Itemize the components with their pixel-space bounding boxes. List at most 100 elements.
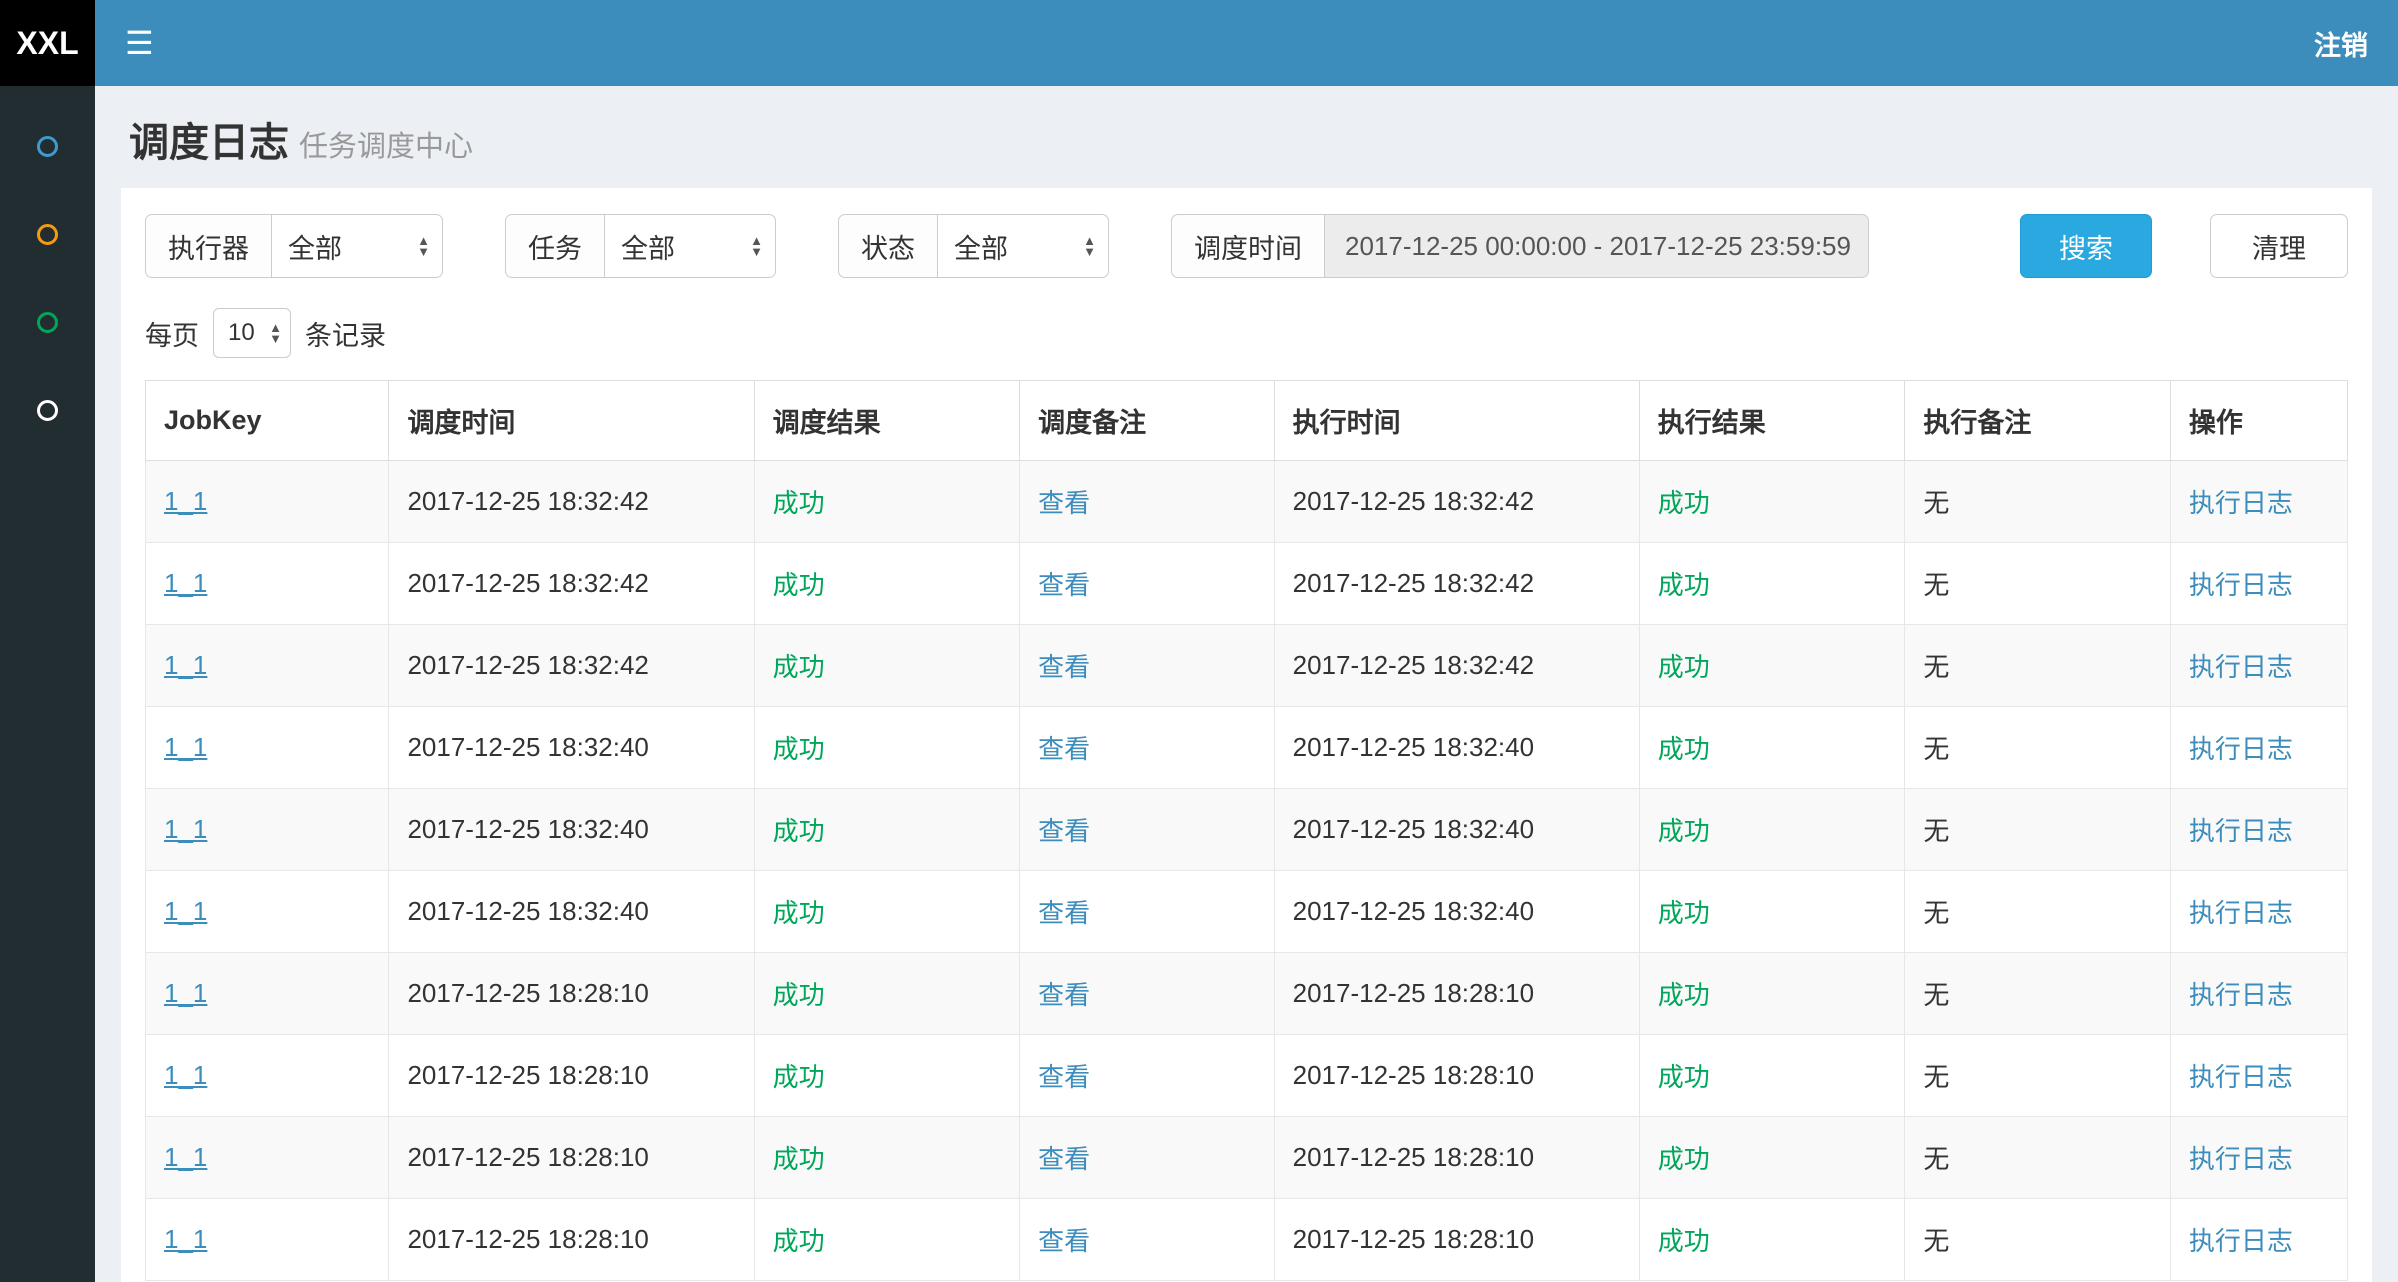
status-filter-label: 状态	[838, 214, 937, 278]
exec-log-link[interactable]: 执行日志	[2189, 1062, 2293, 1092]
view-link[interactable]: 查看	[1038, 1144, 1090, 1174]
jobkey-link[interactable]: 1_1	[164, 568, 207, 598]
column-header: 调度时间	[389, 381, 754, 461]
sidebar-toggle-icon[interactable]: ☰	[125, 27, 154, 59]
sidebar-menu	[0, 86, 95, 1282]
jobkey-link[interactable]: 1_1	[164, 978, 207, 1008]
cell-handle-msg: 无	[1905, 1199, 2171, 1281]
cell-action: 执行日志	[2170, 1199, 2347, 1281]
cell-trigger-time: 2017-12-25 18:32:40	[389, 871, 754, 953]
cell-jobkey: 1_1	[146, 953, 389, 1035]
table-row: 1_1 2017-12-25 18:28:10 成功 查看 2017-12-25…	[146, 1035, 2348, 1117]
sidebar-item-1[interactable]	[0, 102, 95, 190]
exec-log-link[interactable]: 执行日志	[2189, 1226, 2293, 1256]
job-select[interactable]: 全部 ▲▼	[604, 214, 776, 278]
cell-handle-msg: 无	[1905, 1035, 2171, 1117]
cell-jobkey: 1_1	[146, 625, 389, 707]
cell-trigger-time: 2017-12-25 18:32:42	[389, 461, 754, 543]
cell-trigger-time: 2017-12-25 18:32:42	[389, 543, 754, 625]
cell-handle-result: 成功	[1639, 707, 1905, 789]
cell-handle-result: 成功	[1639, 871, 1905, 953]
cell-trigger-msg: 查看	[1020, 871, 1274, 953]
filter-row: 执行器 全部 ▲▼ 任务 全部 ▲▼ 状态 全部	[145, 214, 2348, 278]
status-filter-group: 状态 全部 ▲▼	[838, 214, 1109, 278]
cell-handle-msg: 无	[1905, 871, 2171, 953]
cell-trigger-time: 2017-12-25 18:32:40	[389, 707, 754, 789]
sidebar-item-4[interactable]	[0, 366, 95, 454]
cell-jobkey: 1_1	[146, 789, 389, 871]
view-link[interactable]: 查看	[1038, 734, 1090, 764]
view-link[interactable]: 查看	[1038, 898, 1090, 928]
circle-icon	[37, 136, 58, 157]
cell-trigger-time: 2017-12-25 18:28:10	[389, 1199, 754, 1281]
cell-trigger-msg: 查看	[1020, 789, 1274, 871]
clear-button[interactable]: 清理	[2210, 214, 2348, 278]
exec-log-link[interactable]: 执行日志	[2189, 652, 2293, 682]
exec-log-link[interactable]: 执行日志	[2189, 488, 2293, 518]
view-link[interactable]: 查看	[1038, 816, 1090, 846]
trigger-time-range-input[interactable]: 2017-12-25 00:00:00 - 2017-12-25 23:59:5…	[1324, 214, 1869, 278]
cell-handle-time: 2017-12-25 18:28:10	[1274, 1117, 1639, 1199]
sidebar-item-3[interactable]	[0, 278, 95, 366]
cell-trigger-time: 2017-12-25 18:28:10	[389, 1035, 754, 1117]
jobkey-link[interactable]: 1_1	[164, 896, 207, 926]
sidebar-item-2[interactable]	[0, 190, 95, 278]
jobkey-link[interactable]: 1_1	[164, 732, 207, 762]
jobkey-link[interactable]: 1_1	[164, 1142, 207, 1172]
jobkey-link[interactable]: 1_1	[164, 650, 207, 680]
circle-icon	[37, 224, 58, 245]
view-link[interactable]: 查看	[1038, 488, 1090, 518]
jobkey-link[interactable]: 1_1	[164, 1060, 207, 1090]
cell-trigger-time: 2017-12-25 18:32:42	[389, 625, 754, 707]
view-link[interactable]: 查看	[1038, 1226, 1090, 1256]
column-header: JobKey	[146, 381, 389, 461]
cell-handle-msg: 无	[1905, 707, 2171, 789]
view-link[interactable]: 查看	[1038, 1062, 1090, 1092]
cell-handle-time: 2017-12-25 18:28:10	[1274, 1035, 1639, 1117]
cell-jobkey: 1_1	[146, 1117, 389, 1199]
exec-log-link[interactable]: 执行日志	[2189, 1144, 2293, 1174]
cell-handle-result: 成功	[1639, 1199, 1905, 1281]
select-stepper-icon: ▲▼	[417, 235, 430, 257]
view-link[interactable]: 查看	[1038, 570, 1090, 600]
cell-trigger-time: 2017-12-25 18:32:40	[389, 789, 754, 871]
app-logo[interactable]: XXL	[0, 0, 95, 86]
view-link[interactable]: 查看	[1038, 652, 1090, 682]
executor-select[interactable]: 全部 ▲▼	[271, 214, 443, 278]
view-link[interactable]: 查看	[1038, 980, 1090, 1010]
circle-icon	[37, 400, 58, 421]
jobkey-link[interactable]: 1_1	[164, 1224, 207, 1254]
jobkey-link[interactable]: 1_1	[164, 814, 207, 844]
logout-link[interactable]: 注销	[2314, 24, 2368, 63]
cell-trigger-result: 成功	[754, 461, 1020, 543]
cell-handle-msg: 无	[1905, 543, 2171, 625]
trigger-time-filter-label: 调度时间	[1171, 214, 1324, 278]
exec-log-link[interactable]: 执行日志	[2189, 898, 2293, 928]
cell-trigger-result: 成功	[754, 707, 1020, 789]
exec-log-link[interactable]: 执行日志	[2189, 570, 2293, 600]
cell-trigger-result: 成功	[754, 953, 1020, 1035]
content-header: 调度日志任务调度中心	[121, 86, 2372, 188]
exec-log-link[interactable]: 执行日志	[2189, 816, 2293, 846]
cell-trigger-msg: 查看	[1020, 953, 1274, 1035]
exec-log-link[interactable]: 执行日志	[2189, 734, 2293, 764]
executor-filter-label: 执行器	[145, 214, 271, 278]
cell-trigger-msg: 查看	[1020, 461, 1274, 543]
caret-down-icon: ▼	[269, 333, 282, 344]
caret-down-icon: ▼	[1083, 246, 1096, 257]
cell-jobkey: 1_1	[146, 871, 389, 953]
cell-jobkey: 1_1	[146, 1199, 389, 1281]
cell-jobkey: 1_1	[146, 707, 389, 789]
status-select[interactable]: 全部 ▲▼	[937, 214, 1109, 278]
page-size-value: 10	[228, 319, 255, 347]
cell-handle-result: 成功	[1639, 625, 1905, 707]
page-size-suffix: 条记录	[305, 314, 386, 353]
job-filter-label: 任务	[505, 214, 604, 278]
search-button[interactable]: 搜索	[2020, 214, 2152, 278]
page-title: 调度日志	[129, 121, 289, 165]
cell-jobkey: 1_1	[146, 461, 389, 543]
exec-log-link[interactable]: 执行日志	[2189, 980, 2293, 1010]
page-size-select[interactable]: 10 ▲▼	[213, 308, 291, 358]
jobkey-link[interactable]: 1_1	[164, 486, 207, 516]
cell-trigger-msg: 查看	[1020, 625, 1274, 707]
